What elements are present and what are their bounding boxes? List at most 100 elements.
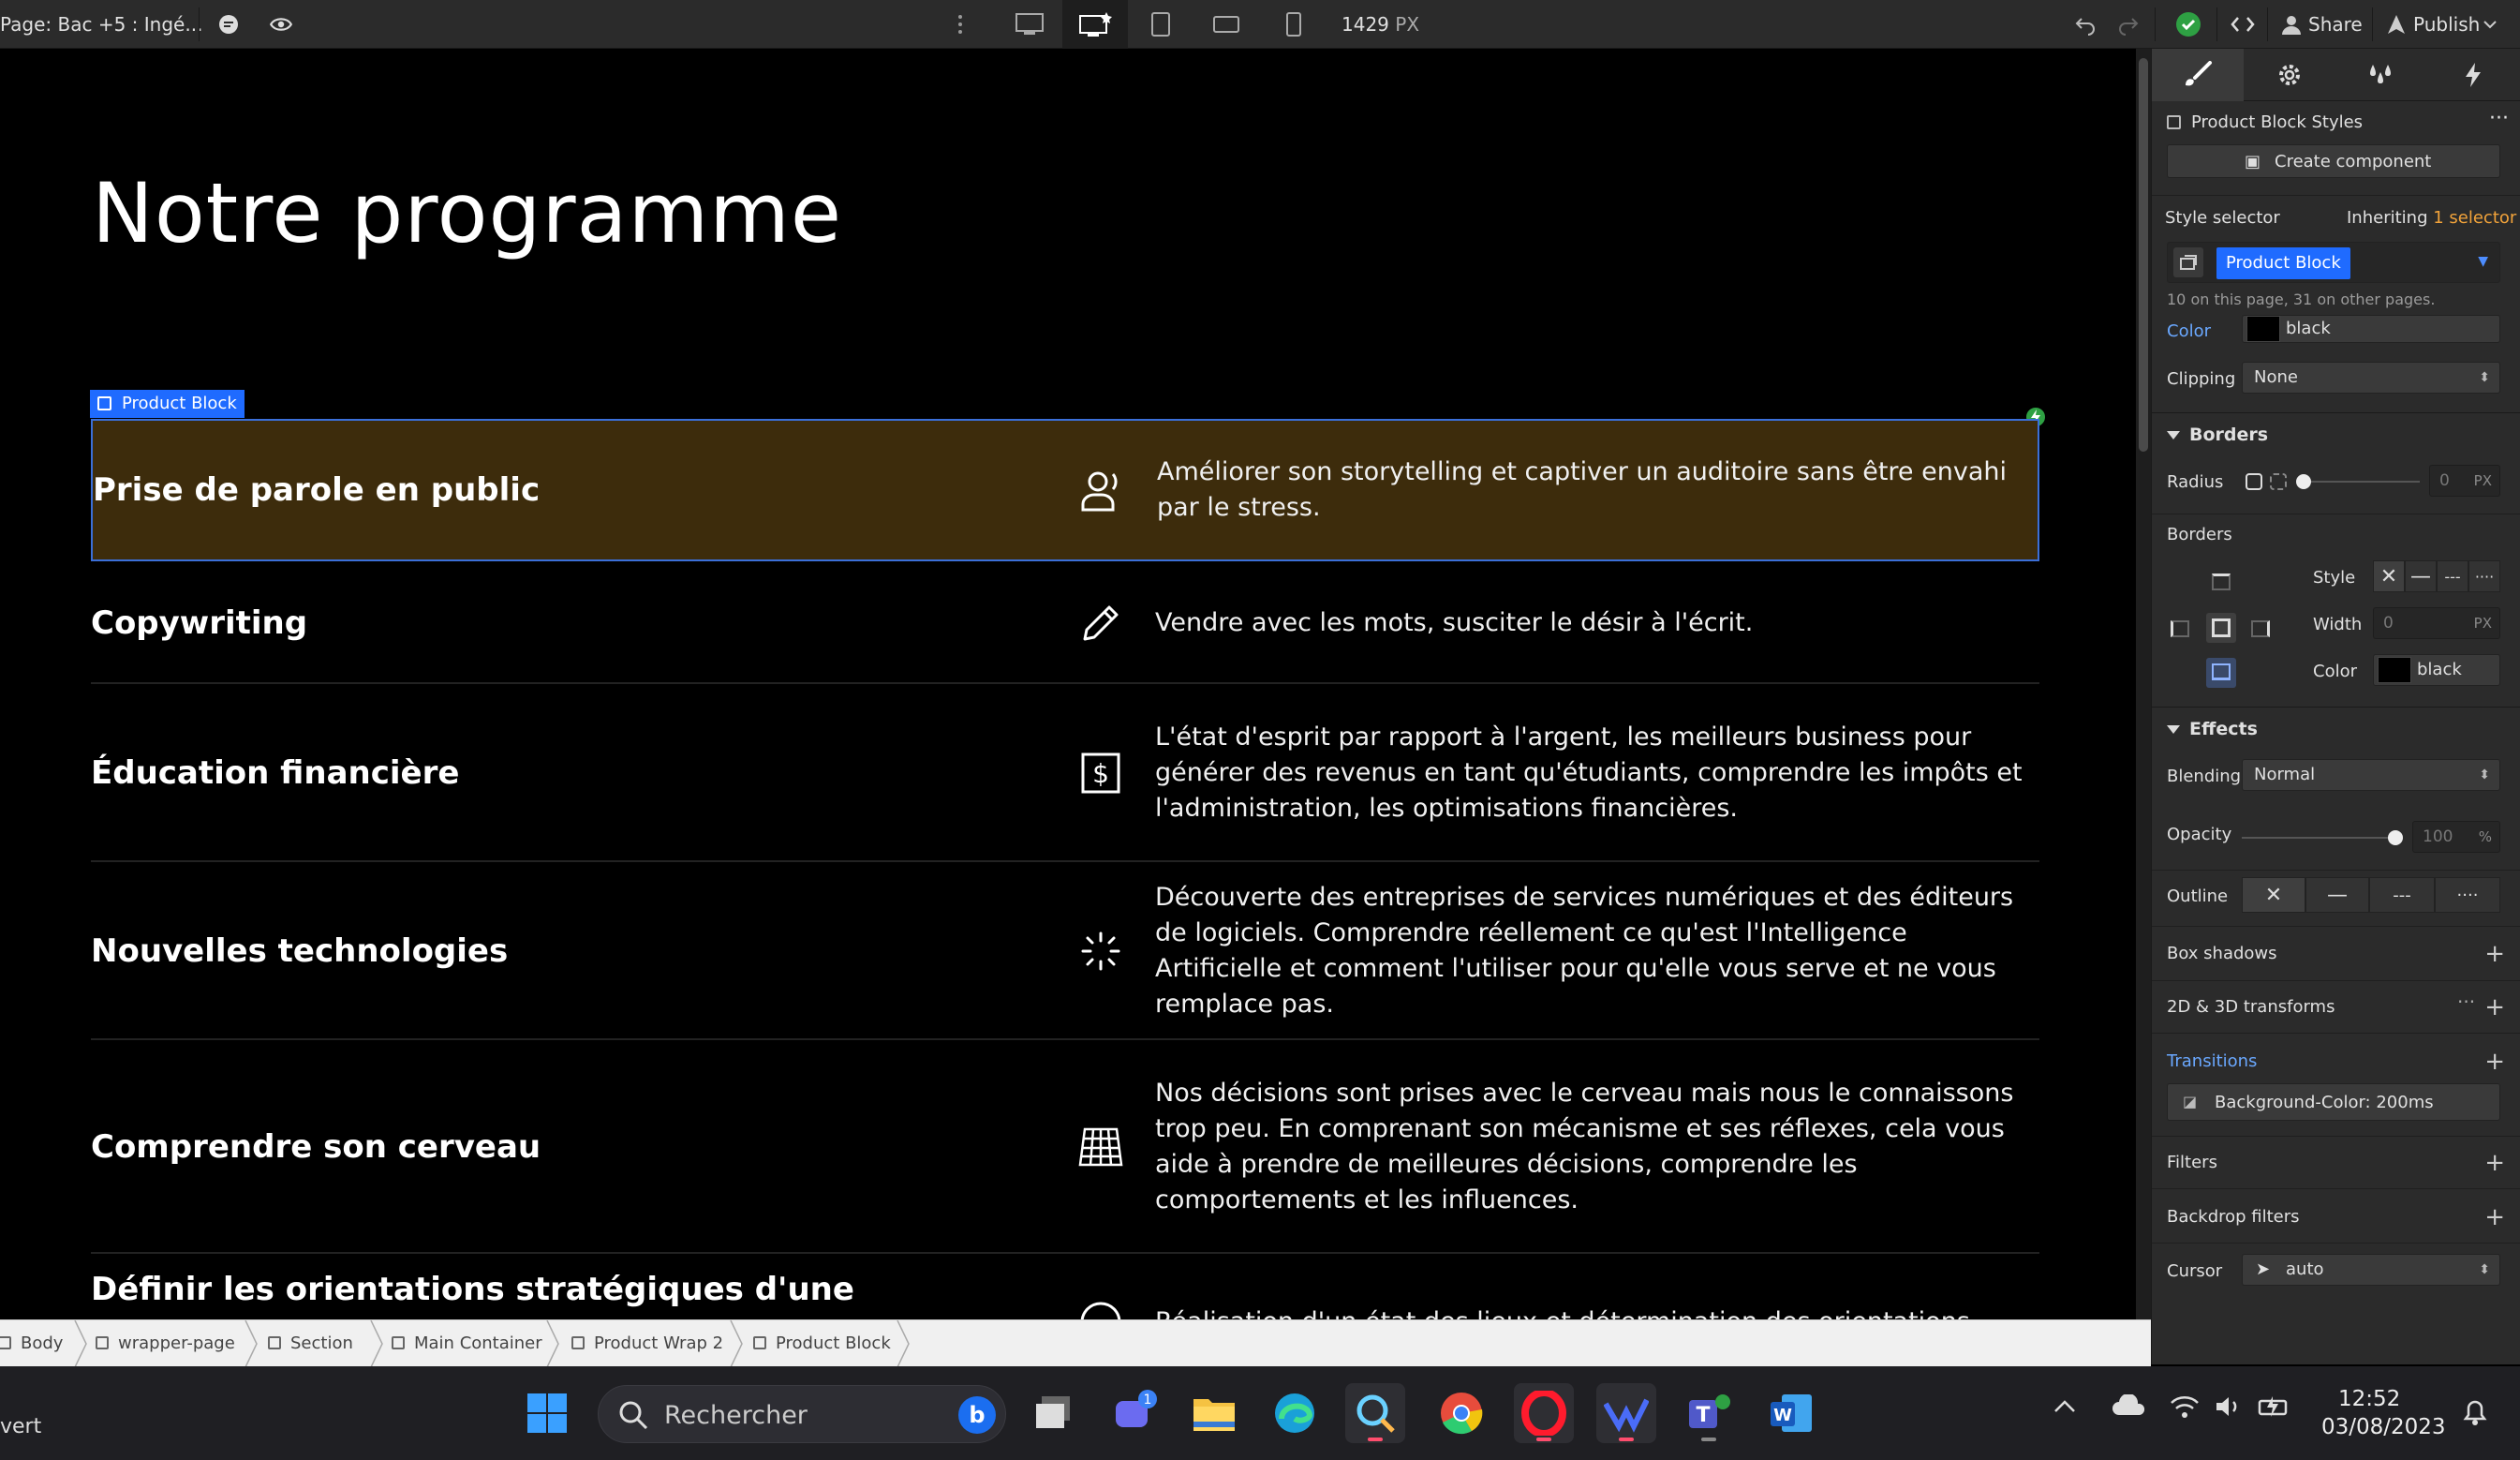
opera-browser-icon[interactable] <box>1514 1383 1574 1443</box>
onedrive-cloud-icon[interactable] <box>2112 1393 2145 1421</box>
style-selector-field[interactable]: Product Block ▼ <box>2167 242 2500 283</box>
app-ai-assistant-icon[interactable] <box>1345 1383 1405 1443</box>
product-block[interactable]: Comprendre son cerveau Nos décisions son… <box>91 1040 2039 1254</box>
border-left-icon[interactable] <box>2171 620 2189 637</box>
settings-gear-icon[interactable] <box>2244 49 2335 101</box>
product-block-selected[interactable]: Prise de parole en public Améliorer son … <box>91 419 2039 561</box>
webflow-app-icon[interactable] <box>1596 1383 1656 1443</box>
breakpoint-landscape-icon[interactable] <box>1205 0 1248 49</box>
share-button[interactable]: Share <box>2308 0 2363 49</box>
clipping-select[interactable]: None ⬍ <box>2242 362 2500 394</box>
color-field[interactable]: black <box>2242 315 2500 343</box>
breakpoint-desktop-icon[interactable] <box>1062 0 1128 49</box>
selector-chip[interactable]: Product Block <box>2216 247 2350 279</box>
crumb-main-container[interactable]: Main Container <box>386 1320 542 1367</box>
outline-none[interactable]: ✕ <box>2242 877 2305 913</box>
battery-charging-icon[interactable] <box>2258 1394 2291 1423</box>
redo-icon[interactable] <box>2112 0 2145 49</box>
outline-dotted[interactable]: ···· <box>2435 877 2500 913</box>
style-brush-icon[interactable] <box>2152 49 2244 101</box>
interactions-bolt-icon[interactable] <box>2427 49 2519 101</box>
radius-all-icon[interactable] <box>2246 473 2262 490</box>
file-explorer-icon[interactable] <box>1184 1383 1244 1443</box>
code-export-icon[interactable] <box>2224 0 2261 49</box>
product-block[interactable]: Nouvelles technologies Découverte des en… <box>91 862 2039 1040</box>
canvas-scrollbar[interactable] <box>2136 49 2151 1319</box>
breakpoint-phone-icon[interactable] <box>1272 0 1315 49</box>
microsoft-teams-icon[interactable]: T <box>1679 1383 1739 1443</box>
product-block[interactable]: Copywriting Vendre avec les mots, suscit… <box>91 562 2039 684</box>
border-color-field[interactable]: black <box>2373 654 2500 686</box>
selected-element-tag[interactable]: Product Block <box>90 390 245 418</box>
cursor-select[interactable]: ➤ auto ⬍ <box>2242 1254 2500 1286</box>
bing-icon[interactable]: b <box>958 1396 996 1434</box>
product-block[interactable]: Éducation financière $ L'état d'esprit p… <box>91 684 2039 862</box>
border-width-input[interactable]: 0 PX <box>2373 607 2500 639</box>
effects-section-header[interactable]: Effects <box>2152 707 2520 750</box>
border-style-solid[interactable]: — <box>2405 560 2437 592</box>
notifications-bell-icon[interactable] <box>2462 1398 2488 1430</box>
wifi-icon[interactable] <box>2170 1394 2200 1423</box>
selector-type-icon[interactable] <box>2173 247 2203 277</box>
radius-input[interactable]: 0 PX <box>2429 465 2500 497</box>
border-right-icon[interactable] <box>2251 620 2270 637</box>
opacity-input[interactable]: 100% <box>2412 821 2500 853</box>
chrome-browser-icon[interactable] <box>1431 1383 1491 1443</box>
crumb-body[interactable]: Body <box>0 1320 63 1367</box>
selector-dropdown-icon[interactable]: ▼ <box>2478 254 2488 269</box>
taskbar-search[interactable]: Rechercher b <box>598 1385 1006 1443</box>
blending-select[interactable]: Normal ⬍ <box>2242 759 2500 791</box>
comment-icon[interactable] <box>212 0 245 49</box>
design-canvas[interactable]: Notre programme Product Block Prise de p… <box>0 49 2136 1319</box>
publish-rocket-icon[interactable] <box>2383 0 2409 49</box>
chevron-down-icon[interactable] <box>2479 0 2501 49</box>
radius-individual-icon[interactable] <box>2270 473 2287 490</box>
product-block[interactable]: Définir les orientations stratégiques d'… <box>91 1254 2039 1319</box>
add-backdrop-filter-icon[interactable]: + <box>2484 1205 2505 1229</box>
more-vertical-icon[interactable] <box>946 0 974 49</box>
add-transform-icon[interactable]: + <box>2484 995 2505 1020</box>
transition-item[interactable]: ◪ Background-Color: 200ms <box>2167 1083 2500 1121</box>
volume-icon[interactable] <box>2215 1394 2245 1423</box>
clock-date[interactable]: 03/08/2023 <box>2321 1415 2446 1439</box>
radius-slider-knob[interactable] <box>2296 474 2311 489</box>
border-top-icon[interactable] <box>2212 574 2231 590</box>
style-manager-drops-icon[interactable] <box>2335 49 2427 101</box>
publish-status-check-icon[interactable] <box>2170 0 2207 49</box>
outline-dashed[interactable]: --- <box>2369 877 2435 913</box>
publish-button[interactable]: Publish <box>2413 0 2480 49</box>
crumb-section[interactable]: Section <box>262 1320 353 1367</box>
undo-icon[interactable] <box>2068 0 2102 49</box>
border-style-dashed[interactable]: --- <box>2437 560 2468 592</box>
opacity-slider[interactable] <box>2242 837 2397 839</box>
page-title[interactable]: Notre programme <box>92 165 842 261</box>
clock-time[interactable]: 12:52 <box>2338 1387 2400 1411</box>
checkbox-icon[interactable] <box>2167 114 2181 134</box>
breakpoint-tablet-icon[interactable] <box>1139 0 1182 49</box>
show-hidden-icons-chevron-icon[interactable] <box>2053 1398 2076 1417</box>
border-style-none[interactable]: ✕ <box>2373 560 2405 592</box>
share-user-icon[interactable] <box>2278 0 2305 49</box>
add-filter-icon[interactable]: + <box>2484 1151 2505 1175</box>
teams-chat-icon[interactable]: 1 <box>1104 1383 1164 1443</box>
windows-start-icon[interactable] <box>517 1383 577 1443</box>
page-selector[interactable]: Page: Bac +5 : Ingé... <box>0 0 202 49</box>
crumb-wrapper-page[interactable]: wrapper-page <box>90 1320 235 1367</box>
crumb-product-block[interactable]: Product Block <box>748 1320 891 1367</box>
borders-section-header[interactable]: Borders <box>2152 412 2520 455</box>
radius-slider[interactable] <box>2302 481 2420 483</box>
microsoft-word-icon[interactable]: W <box>1761 1383 1821 1443</box>
breakpoint-desktop-large-icon[interactable] <box>1008 0 1051 49</box>
opacity-slider-knob[interactable] <box>2388 830 2403 845</box>
preview-eye-icon[interactable] <box>264 0 298 49</box>
add-box-shadow-icon[interactable]: + <box>2484 942 2505 966</box>
outline-solid[interactable]: — <box>2305 877 2369 913</box>
add-transition-icon[interactable]: + <box>2484 1050 2505 1074</box>
more-horizontal-icon[interactable]: ··· <box>2489 107 2509 130</box>
edge-browser-icon[interactable] <box>1265 1383 1325 1443</box>
transforms-more-icon[interactable]: ··· <box>2457 991 2475 1013</box>
crumb-product-wrap[interactable]: Product Wrap 2 <box>566 1320 723 1367</box>
task-view-icon[interactable] <box>1023 1383 1083 1443</box>
create-component-button[interactable]: ▣ Create component <box>2167 144 2500 178</box>
border-style-dotted[interactable]: ···· <box>2468 560 2500 592</box>
